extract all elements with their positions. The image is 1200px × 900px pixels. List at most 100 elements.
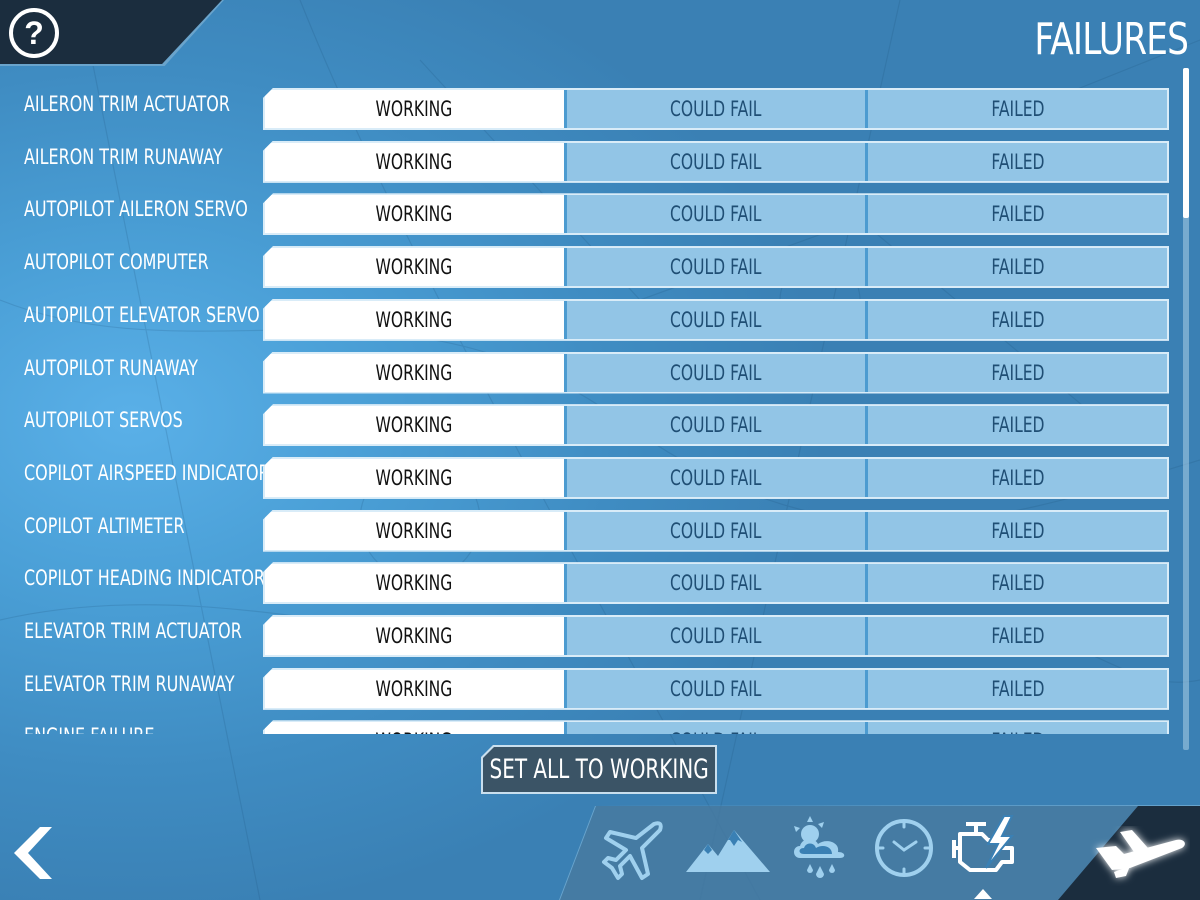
failure-state-selector: WORKING COULD FAIL FAILED <box>263 246 1169 289</box>
option-working[interactable]: WORKING <box>265 511 564 550</box>
nav-time-button[interactable] <box>870 814 940 884</box>
option-failed[interactable]: FAILED <box>865 300 1168 339</box>
option-failed[interactable]: FAILED <box>865 511 1168 550</box>
failure-row: ENGINE FAILURE WORKING COULD FAIL FAILED <box>0 716 1180 734</box>
option-failed[interactable]: FAILED <box>865 669 1168 708</box>
option-could-fail-label: COULD FAIL <box>670 413 762 438</box>
option-working[interactable]: WORKING <box>265 195 564 234</box>
option-working[interactable]: WORKING <box>265 90 564 128</box>
option-working[interactable]: WORKING <box>265 564 564 603</box>
scrollbar-thumb[interactable] <box>1183 68 1189 219</box>
failure-label: AILERON TRIM ACTUATOR <box>24 92 230 116</box>
nav-weather-button[interactable] <box>786 814 856 884</box>
option-failed-label: FAILED <box>991 571 1045 596</box>
failure-label: ENGINE FAILURE <box>24 724 154 734</box>
option-failed[interactable]: FAILED <box>865 195 1168 234</box>
option-working-label: WORKING <box>375 465 453 490</box>
option-could-fail[interactable]: COULD FAIL <box>563 406 866 445</box>
failure-row: AUTOPILOT ELEVATOR SERVO WORKING COULD FAI… <box>0 295 1180 347</box>
option-working-label: WORKING <box>375 518 453 543</box>
active-tab-indicator <box>974 889 992 899</box>
option-working[interactable]: WORKING <box>265 406 564 445</box>
option-failed-label: FAILED <box>991 307 1045 332</box>
option-could-fail[interactable]: COULD FAIL <box>563 353 866 392</box>
failure-state-selector: WORKING COULD FAIL FAILED <box>263 88 1169 130</box>
option-could-fail[interactable]: COULD FAIL <box>563 669 866 708</box>
option-failed[interactable]: FAILED <box>865 564 1168 603</box>
option-failed[interactable]: FAILED <box>865 458 1168 497</box>
option-could-fail-label: COULD FAIL <box>670 571 762 596</box>
option-failed[interactable]: FAILED <box>865 142 1168 181</box>
nav-failures-button[interactable] <box>948 814 1024 884</box>
option-working-label: WORKING <box>375 360 453 385</box>
option-working-label: WORKING <box>375 413 453 438</box>
option-failed-label: FAILED <box>991 97 1045 121</box>
failure-state-selector: WORKING COULD FAIL FAILED <box>263 193 1169 236</box>
failure-row: COPILOT ALTIMETER WORKING COULD FAIL FAILED <box>0 506 1180 558</box>
failure-row: AILERON TRIM RUNAWAY WORKING COULD FAIL FAI… <box>0 137 1180 189</box>
engine-failure-icon <box>952 815 1015 872</box>
set-all-working-button[interactable]: SET ALL TO WORKING <box>481 745 717 794</box>
failure-label: ELEVATOR TRIM RUNAWAY <box>24 671 235 696</box>
option-working[interactable]: WORKING <box>265 300 564 339</box>
option-could-fail[interactable]: COULD FAIL <box>563 90 866 128</box>
option-could-fail[interactable]: COULD FAIL <box>563 511 866 550</box>
option-working[interactable]: WORKING <box>265 248 564 287</box>
nav-aircraft-button[interactable] <box>600 814 670 884</box>
nav-scenery-button[interactable] <box>684 814 774 884</box>
option-could-fail[interactable]: COULD FAIL <box>563 722 866 734</box>
failure-label: AILERON TRIM RUNAWAY <box>24 144 223 169</box>
option-failed-label: FAILED <box>991 729 1044 734</box>
option-working[interactable]: WORKING <box>265 617 564 655</box>
option-failed[interactable]: FAILED <box>865 617 1168 655</box>
failure-label: AUTOPILOT ELEVATOR SERVO <box>24 302 260 327</box>
option-failed-label: FAILED <box>991 255 1045 280</box>
option-working[interactable]: WORKING <box>265 669 564 708</box>
failure-state-selector: WORKING COULD FAIL FAILED <box>263 456 1169 499</box>
option-failed[interactable]: FAILED <box>865 406 1168 445</box>
option-failed[interactable]: FAILED <box>865 90 1168 128</box>
scrollbar[interactable] <box>1183 68 1189 750</box>
option-could-fail[interactable]: COULD FAIL <box>563 458 866 497</box>
failure-row: ELEVATOR TRIM RUNAWAY WORKING COULD FAIL FA… <box>0 664 1180 716</box>
option-working[interactable]: WORKING <box>265 353 564 392</box>
option-could-fail[interactable]: COULD FAIL <box>563 564 866 603</box>
option-could-fail-label: COULD FAIL <box>670 202 762 227</box>
option-failed[interactable]: FAILED <box>865 722 1168 734</box>
set-all-working-label: SET ALL TO WORKING <box>489 754 709 785</box>
option-working[interactable]: WORKING <box>265 458 564 497</box>
option-working-label: WORKING <box>375 255 453 280</box>
option-working-label: WORKING <box>375 97 453 121</box>
option-failed-label: FAILED <box>991 676 1045 701</box>
option-working-label: WORKING <box>375 149 453 174</box>
option-could-fail-label: COULD FAIL <box>670 307 762 332</box>
failure-state-selector: WORKING COULD FAIL FAILED <box>263 720 1169 734</box>
failure-row: COPILOT HEADING INDICATOR WORKING COULD FA… <box>0 558 1180 610</box>
option-working-label: WORKING <box>375 571 453 596</box>
option-could-fail[interactable]: COULD FAIL <box>563 248 866 287</box>
option-working[interactable]: WORKING <box>265 142 564 181</box>
failure-state-selector: WORKING COULD FAIL FAILED <box>263 562 1169 605</box>
option-failed-label: FAILED <box>991 149 1045 174</box>
option-working-label: WORKING <box>375 307 453 332</box>
failure-label: COPILOT AIRSPEED INDICATOR <box>24 460 270 485</box>
option-failed-label: FAILED <box>991 360 1045 385</box>
failure-label: COPILOT ALTIMETER <box>24 513 185 538</box>
option-failed[interactable]: FAILED <box>865 353 1168 392</box>
option-failed[interactable]: FAILED <box>865 248 1168 287</box>
option-could-fail[interactable]: COULD FAIL <box>563 195 866 234</box>
option-could-fail-label: COULD FAIL <box>670 676 762 701</box>
option-could-fail-label: COULD FAIL <box>670 624 762 648</box>
option-working[interactable]: WORKING <box>265 722 564 734</box>
option-could-fail-label: COULD FAIL <box>670 149 762 174</box>
failures-list: AILERON TRIM ACTUATOR WORKING COULD FAIL FA… <box>0 84 1180 734</box>
option-could-fail[interactable]: COULD FAIL <box>563 300 866 339</box>
failure-row: AUTOPILOT SERVOS WORKING COULD FAIL FAILED <box>0 400 1180 452</box>
fly-button[interactable] <box>1090 826 1190 886</box>
option-could-fail[interactable]: COULD FAIL <box>563 142 866 181</box>
option-could-fail-label: COULD FAIL <box>670 729 761 734</box>
back-button[interactable] <box>10 825 54 881</box>
failure-state-selector: WORKING COULD FAIL FAILED <box>263 615 1169 657</box>
option-could-fail[interactable]: COULD FAIL <box>563 617 866 655</box>
help-button[interactable]: ? <box>9 8 59 58</box>
